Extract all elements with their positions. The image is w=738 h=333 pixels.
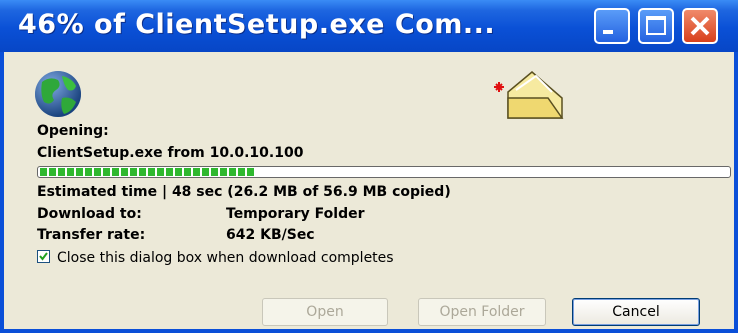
globe-icon	[35, 71, 81, 117]
minimize-icon	[603, 30, 613, 34]
estimated-time-text: Estimated time | 48 sec (26.2 MB of 56.9…	[37, 184, 451, 200]
title-bar[interactable]: 46% of ClientSetup.exe Com...	[0, 0, 738, 52]
window-title: 46% of ClientSetup.exe Com...	[18, 9, 496, 40]
file-source-text: ClientSetup.exe from 10.0.10.100	[37, 145, 304, 161]
close-button[interactable]	[682, 8, 718, 44]
cancel-button[interactable]: Cancel	[572, 298, 700, 326]
opening-label: Opening:	[37, 123, 109, 139]
download-dialog: 46% of ClientSetup.exe Com... Opening: C…	[0, 0, 738, 333]
maximize-button[interactable]	[638, 8, 674, 44]
progress-fill	[40, 168, 254, 176]
close-when-done-checkbox[interactable]	[37, 250, 50, 263]
minimize-button[interactable]	[594, 8, 630, 44]
close-icon	[690, 16, 710, 36]
download-to-value: Temporary Folder	[226, 206, 365, 222]
transfer-rate-label: Transfer rate:	[37, 227, 146, 243]
open-button[interactable]: Open	[262, 298, 388, 326]
close-when-done-label[interactable]: Close this dialog box when download comp…	[57, 250, 394, 266]
download-to-label: Download to:	[37, 206, 142, 222]
download-progress-bar	[37, 166, 731, 178]
folder-icon	[494, 71, 564, 119]
open-folder-button[interactable]: Open Folder	[418, 298, 546, 326]
maximize-icon	[646, 16, 666, 35]
checkmark-icon	[39, 252, 48, 261]
transfer-rate-value: 642 KB/Sec	[226, 227, 315, 243]
